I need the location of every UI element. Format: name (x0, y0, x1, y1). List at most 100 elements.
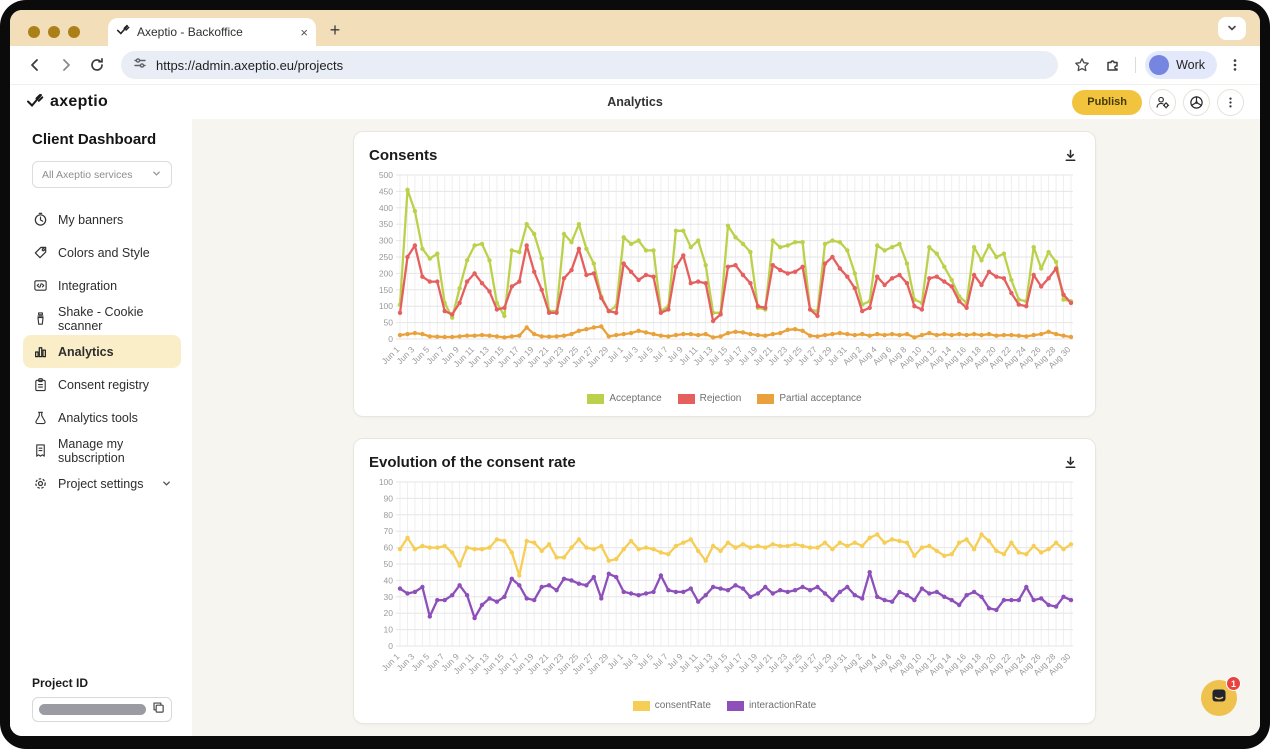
code-icon (32, 278, 48, 293)
svg-text:10: 10 (384, 625, 394, 635)
svg-text:80: 80 (384, 510, 394, 520)
window-controls[interactable] (28, 26, 80, 38)
receipt-icon (32, 443, 48, 458)
sidebar-item-colors-and-style[interactable]: Colors and Style (23, 236, 181, 269)
sidebar-item-manage-my-subscription[interactable]: Manage my subscription (23, 434, 181, 467)
axeptio-favicon-icon (116, 23, 130, 42)
bookmark-star-icon[interactable] (1069, 52, 1095, 78)
logo-text: axeptio (50, 93, 108, 111)
download-icon[interactable] (1060, 452, 1080, 472)
sidebar-item-label: Manage my subscription (58, 437, 172, 465)
browser-tab[interactable]: Axeptio - Backoffice × (108, 18, 316, 46)
sidebar-item-analytics[interactable]: Analytics (23, 335, 181, 368)
browser-window: Axeptio - Backoffice × + https://admin.a… (10, 10, 1260, 736)
user-settings-button[interactable] (1149, 89, 1176, 116)
tab-strip: Axeptio - Backoffice × + (10, 10, 1260, 46)
globe-button[interactable] (1183, 89, 1210, 116)
browser-profile-button[interactable]: Work (1145, 51, 1217, 79)
sidebar-item-analytics-tools[interactable]: Analytics tools (23, 401, 181, 434)
legend-label: Acceptance (609, 393, 661, 404)
url-text[interactable]: https://admin.axeptio.eu/projects (156, 58, 343, 73)
new-tab-button[interactable]: + (322, 17, 348, 43)
svg-text:400: 400 (379, 203, 393, 213)
legend-swatch (727, 701, 744, 711)
consent-rate-legend: consentRate interactionRate (369, 700, 1080, 715)
sidebar: Client Dashboard All Axeptio services My… (10, 119, 192, 736)
svg-text:70: 70 (384, 526, 394, 536)
sidebar-item-label: Colors and Style (58, 246, 150, 260)
project-id-label: Project ID (32, 676, 182, 690)
legend-item: consentRate (633, 700, 711, 711)
svg-text:40: 40 (384, 575, 394, 585)
legend-label: interactionRate (749, 700, 816, 711)
consent-rate-card-title: Evolution of the consent rate (369, 454, 576, 471)
sidebar-item-label: Project settings (58, 477, 143, 491)
barchart-icon (32, 344, 48, 359)
forward-button[interactable] (53, 52, 79, 78)
maximize-window-button[interactable] (68, 26, 80, 38)
chevron-down-icon (151, 166, 162, 184)
sidebar-item-label: Consent registry (58, 378, 149, 392)
legend-label: Partial acceptance (779, 393, 861, 404)
sidebar-item-my-banners[interactable]: My banners (23, 203, 181, 236)
svg-text:50: 50 (384, 559, 394, 569)
shaker-icon (32, 311, 48, 326)
axeptio-logo-icon (26, 92, 44, 113)
tag-icon (32, 245, 48, 260)
back-button[interactable] (22, 52, 48, 78)
tab-close-icon[interactable]: × (300, 26, 308, 39)
sidebar-heading: Client Dashboard (32, 131, 182, 148)
project-id-section: Project ID (32, 676, 182, 722)
chat-launcher-button[interactable]: 1 (1201, 680, 1237, 716)
legend-label: consentRate (655, 700, 711, 711)
url-bar[interactable]: https://admin.axeptio.eu/projects (121, 51, 1058, 79)
download-icon[interactable] (1060, 145, 1080, 165)
toolbar-divider (1135, 57, 1136, 73)
sidebar-item-label: Analytics tools (58, 411, 138, 425)
header-menu-button[interactable] (1217, 89, 1244, 116)
svg-text:0: 0 (388, 641, 393, 651)
svg-text:350: 350 (379, 219, 393, 229)
publish-button[interactable]: Publish (1072, 90, 1142, 115)
clipboard-icon (32, 377, 48, 392)
sidebar-item-consent-registry[interactable]: Consent registry (23, 368, 181, 401)
reload-button[interactable] (84, 52, 110, 78)
chevron-down-icon (161, 478, 172, 489)
legend-swatch (633, 701, 650, 711)
tab-search-chevron-button[interactable] (1218, 17, 1246, 40)
legend-swatch (757, 394, 774, 404)
sidebar-item-integration[interactable]: Integration (23, 269, 181, 302)
services-select[interactable]: All Axeptio services (32, 161, 172, 188)
svg-text:30: 30 (384, 592, 394, 602)
svg-text:150: 150 (379, 285, 393, 295)
profile-avatar (1149, 55, 1169, 75)
site-info-icon[interactable] (133, 56, 147, 75)
extensions-icon[interactable] (1100, 52, 1126, 78)
consents-chart: 050100150200250300350400450500Jun 1Jun 3… (369, 167, 1080, 393)
window-bezel: Axeptio - Backoffice × + https://admin.a… (0, 0, 1270, 749)
project-id-field[interactable] (32, 697, 172, 722)
browser-menu-icon[interactable] (1222, 52, 1248, 78)
svg-text:450: 450 (379, 186, 393, 196)
minimize-window-button[interactable] (48, 26, 60, 38)
sidebar-item-shake-cookie-scanner[interactable]: Shake - Cookie scanner (23, 302, 181, 335)
svg-text:60: 60 (384, 543, 394, 553)
main-row: Client Dashboard All Axeptio services My… (10, 119, 1260, 736)
chat-unread-badge: 1 (1226, 676, 1241, 691)
svg-text:90: 90 (384, 493, 394, 503)
profile-label: Work (1176, 58, 1205, 72)
close-window-button[interactable] (28, 26, 40, 38)
clock-icon (32, 212, 48, 227)
svg-text:50: 50 (384, 318, 394, 328)
axeptio-logo[interactable]: axeptio (26, 92, 108, 113)
content-area: Consents 050100150200250300350400450500J… (192, 119, 1260, 736)
consents-card-title: Consents (369, 147, 437, 164)
copy-icon[interactable] (152, 701, 165, 719)
svg-text:20: 20 (384, 608, 394, 618)
sidebar-item-project-settings[interactable]: Project settings (23, 467, 181, 500)
legend-item: interactionRate (727, 700, 816, 711)
app-header: axeptio Analytics Publish (10, 85, 1260, 119)
svg-text:0: 0 (388, 334, 393, 344)
svg-text:250: 250 (379, 252, 393, 262)
flask-icon (32, 410, 48, 425)
